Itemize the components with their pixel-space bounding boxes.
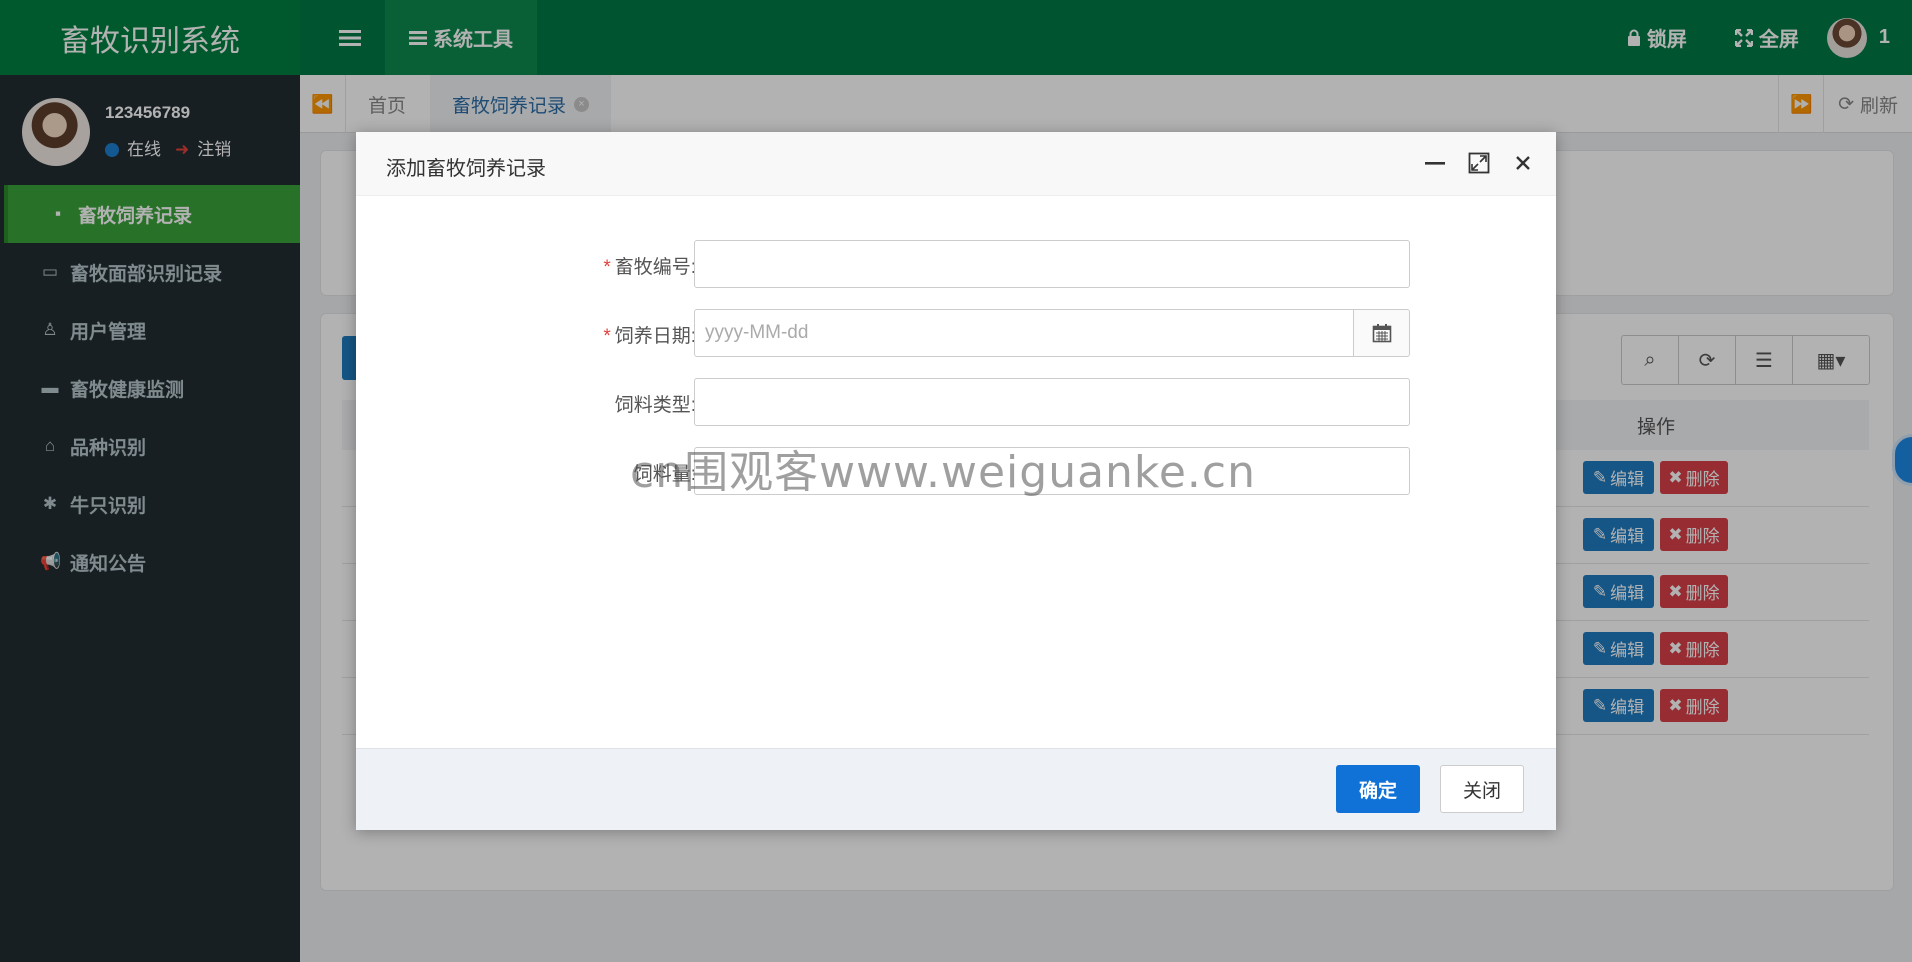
dialog-footer: 确定 关闭: [356, 748, 1556, 830]
close-icon: [1516, 156, 1530, 170]
maximize-button[interactable]: [1466, 150, 1492, 176]
confirm-button[interactable]: 确定: [1336, 765, 1420, 813]
close-button[interactable]: 关闭: [1440, 765, 1524, 813]
form-row-livestock-no: * 畜牧编号:: [356, 240, 1556, 288]
form-row-feed-date: * 饲养日期:: [356, 309, 1556, 357]
form-row-feed-type: 饲料类型:: [356, 378, 1556, 426]
dialog-header: 添加畜牧饲养记录: [356, 132, 1556, 196]
feed-date-input[interactable]: [694, 309, 1354, 357]
livestock-no-input[interactable]: [694, 240, 1410, 288]
feed-date-label: * 饲养日期:: [496, 321, 696, 348]
required-mark: *: [603, 326, 611, 347]
dialog-title: 添加畜牧饲养记录: [386, 158, 546, 180]
calendar-icon: [1372, 324, 1391, 343]
livestock-no-label: * 畜牧编号:: [496, 252, 696, 279]
livestock-no-label-text: 畜牧编号:: [614, 257, 696, 278]
dialog-controls: [1422, 150, 1536, 176]
watermark-text: cn围观客www.weiguanke.cn: [630, 447, 1256, 498]
feed-date-label-text: 饲养日期:: [614, 326, 696, 347]
required-mark: *: [603, 257, 611, 278]
minimize-button[interactable]: [1422, 150, 1448, 176]
close-dialog-button[interactable]: [1510, 150, 1536, 176]
minimize-icon: [1425, 162, 1445, 165]
feed-type-label: 饲料类型:: [614, 395, 696, 416]
feed-date-group: [694, 309, 1410, 357]
feed-type-input[interactable]: [694, 378, 1410, 426]
calendar-button[interactable]: [1353, 309, 1410, 357]
maximize-icon: [1468, 152, 1490, 174]
